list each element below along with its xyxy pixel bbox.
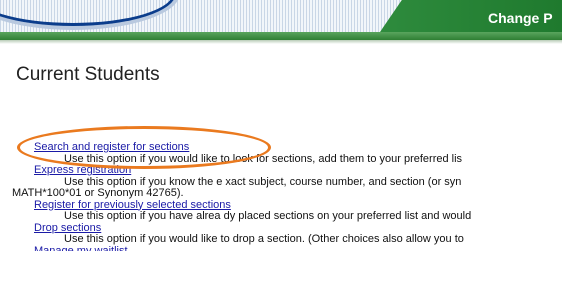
- header-banner: Change P: [0, 0, 562, 44]
- express-registration-description-cont: MATH*100*01 or Synonym 42765).: [12, 187, 184, 199]
- express-registration-link[interactable]: Express registration: [34, 164, 562, 177]
- banner-green-bar: [0, 32, 562, 40]
- change-password-link[interactable]: Change P: [488, 10, 553, 26]
- search-register-sections-link[interactable]: Search and register for sections: [34, 141, 562, 154]
- register-previously-selected-description: Use this option if you have alrea dy pla…: [64, 210, 472, 222]
- page-title: Current Students: [16, 64, 160, 85]
- drop-sections-description: Use this option if you would like to dro…: [64, 233, 464, 245]
- manage-waitlist-link[interactable]: Manage my waitlist: [34, 246, 562, 251]
- banner-shadow: [0, 40, 562, 44]
- student-options-list: Search and register for sections Use thi…: [12, 141, 562, 251]
